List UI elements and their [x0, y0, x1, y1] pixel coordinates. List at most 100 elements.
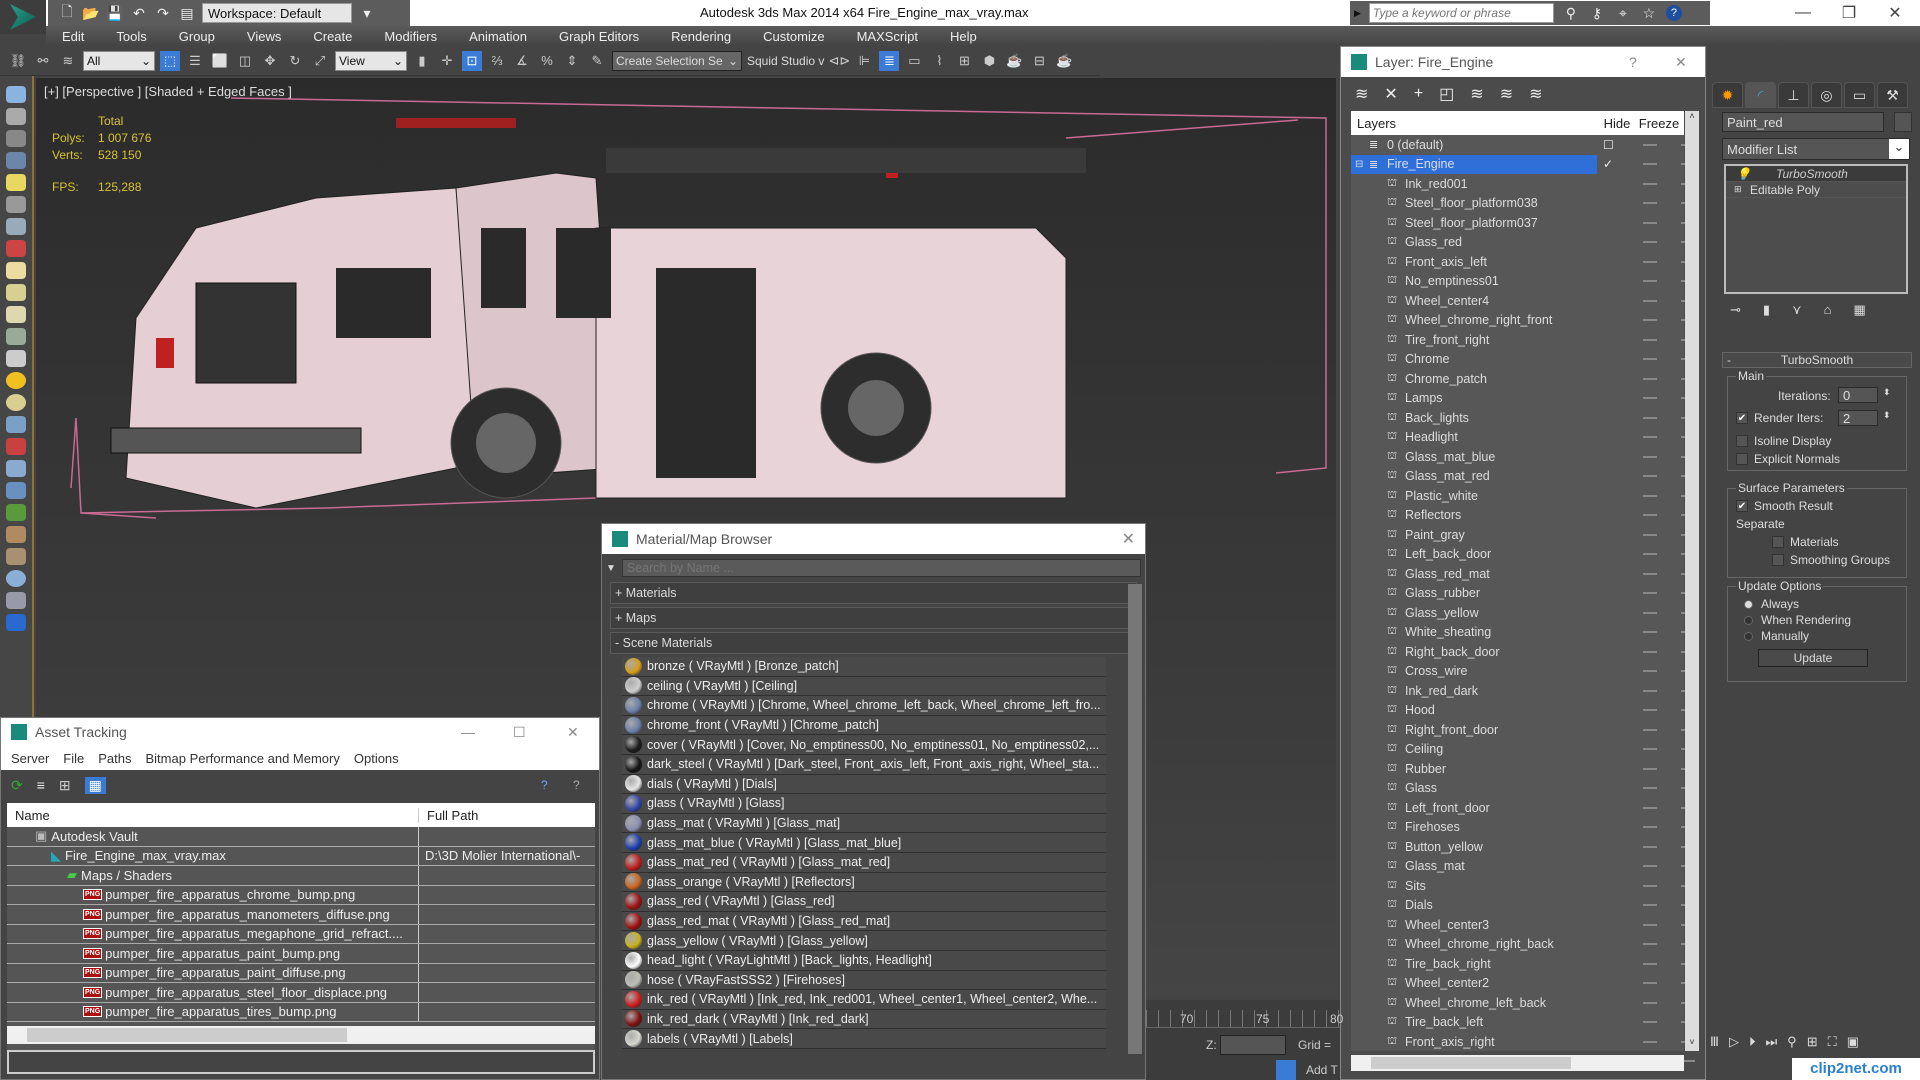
align-icon[interactable]: ⊫	[854, 51, 874, 71]
context-help-icon[interactable]: ?	[573, 778, 580, 792]
foliage-icon[interactable]	[6, 504, 26, 521]
edit-named-selection-icon[interactable]: ✎	[587, 51, 607, 71]
restore-button[interactable]: ❐	[1826, 0, 1872, 26]
close-button[interactable]: ✕	[1675, 54, 1687, 71]
window-crossing-icon[interactable]: ◫	[235, 51, 255, 71]
update-when-rendering-radio[interactable]: When Rendering	[1744, 613, 1851, 627]
search-by-name-input[interactable]	[621, 559, 1141, 577]
hide-toggle[interactable]	[1643, 709, 1657, 712]
material-editor-icon[interactable]: ⬢	[979, 51, 999, 71]
select-manipulate-icon[interactable]: ✛	[437, 51, 457, 71]
undo-icon[interactable]: ↶	[130, 4, 148, 22]
layer-object-row[interactable]: ⛫ Wheel_chrome_right_front	[1351, 311, 1695, 331]
close-button[interactable]: ✕	[1122, 529, 1135, 549]
vray-sphere-icon[interactable]	[6, 482, 26, 499]
material-row[interactable]: cover ( VRayMtl ) [Cover, No_emptiness00…	[622, 735, 1106, 755]
layer-object-row[interactable]: ⛫ Button_yellow	[1351, 837, 1695, 857]
hide-all-layers-icon[interactable]: ≋	[1529, 84, 1542, 104]
ies-light-icon[interactable]	[6, 328, 26, 345]
layer-object-row[interactable]: ⛫ Glass_mat_blue	[1351, 447, 1695, 467]
layer-object-row[interactable]: ⛫ Steel_floor_platform038	[1351, 194, 1695, 214]
mirror-icon[interactable]: ⊲⊳	[829, 51, 851, 71]
list-view-icon[interactable]: ≡	[37, 777, 45, 793]
hide-toggle[interactable]	[1643, 475, 1657, 478]
make-unique-icon[interactable]: ⋎	[1792, 302, 1802, 318]
scene-explorer-dropdown[interactable]: Squid Studio v	[747, 54, 824, 68]
expand-icon[interactable]: ⊞	[1726, 184, 1744, 195]
hide-toggle[interactable]	[1643, 865, 1657, 868]
material-category-header[interactable]: + Maps	[610, 607, 1137, 629]
pause-icon[interactable]: Ⅲ	[1710, 1034, 1719, 1050]
unlink-icon[interactable]: ⚯	[33, 51, 53, 71]
layer-object-row[interactable]: ⛫ Wheel_chrome_left_back	[1351, 993, 1695, 1013]
layer-object-row[interactable]: ⛫ Paint_gray	[1351, 525, 1695, 545]
go-to-end-icon[interactable]: ⏭	[1765, 1034, 1777, 1050]
configure-modifier-sets-icon[interactable]: ▦	[1853, 302, 1865, 318]
sphere-light-icon[interactable]	[6, 306, 26, 323]
material-row[interactable]: ink_red ( VRayMtl ) [Ink_red, Ink_red001…	[622, 990, 1106, 1010]
spinner-arrows-icon[interactable]: ⬍	[1883, 410, 1891, 421]
layer-object-row[interactable]: ⛫ Glass_mat_red	[1351, 467, 1695, 487]
render-setup-icon[interactable]: ☕	[1004, 51, 1024, 71]
expand-search-icon[interactable]: ▶	[1354, 8, 1361, 19]
hide-toggle[interactable]	[1643, 202, 1657, 205]
redo-icon[interactable]: ↷	[154, 4, 172, 22]
hide-toggle[interactable]	[1643, 377, 1657, 380]
current-layer-checkmark-icon[interactable]: ✓	[1603, 157, 1613, 171]
browser-options-icon[interactable]: ▼	[606, 563, 616, 574]
z-coordinate-field[interactable]	[1220, 1035, 1286, 1055]
layer-object-row[interactable]: ⛫ Reflectors	[1351, 506, 1695, 526]
keyboard-shortcut-override-icon[interactable]: ⊡	[462, 50, 482, 71]
layer-object-row[interactable]: ⛫ Glass_red	[1351, 233, 1695, 253]
vray-proxy-icon[interactable]	[6, 438, 26, 455]
named-selection-sets-dropdown[interactable]: Create Selection Se ⌄	[612, 50, 742, 71]
hide-toggle[interactable]	[1643, 845, 1657, 848]
select-object-icon[interactable]: ⬚	[160, 50, 180, 71]
close-button[interactable]: ✕	[1872, 0, 1918, 26]
material-row[interactable]: glass_red ( VRayMtl ) [Glass_red]	[622, 892, 1106, 912]
hide-toggle[interactable]	[1643, 650, 1657, 653]
selection-region-icon[interactable]	[6, 614, 26, 631]
hide-toggle[interactable]	[1643, 1021, 1657, 1024]
hide-toggle[interactable]	[1643, 806, 1657, 809]
column-name[interactable]: Name	[7, 807, 419, 823]
layer-object-row[interactable]: ⛫ Left_front_door	[1351, 798, 1695, 818]
layer-object-row[interactable]: ⛫ Cross_wire	[1351, 662, 1695, 682]
lightbulb-icon[interactable]: 💡	[1726, 167, 1776, 181]
layer-object-row[interactable]: ⛫ Ceiling	[1351, 740, 1695, 760]
material-row[interactable]: head_light ( VRayLightMtl ) [Back_lights…	[622, 950, 1106, 971]
hide-toggle[interactable]	[1643, 182, 1657, 185]
material-category-header[interactable]: - Scene Materials	[610, 632, 1137, 654]
update-always-radio[interactable]: Always	[1744, 597, 1799, 611]
help-button[interactable]: ?	[1629, 54, 1637, 70]
sphere-icon[interactable]	[6, 570, 26, 587]
hide-toggle[interactable]	[1643, 943, 1657, 946]
layer-object-row[interactable]: ⛫ Firehoses	[1351, 818, 1695, 838]
tree-view-icon[interactable]: ⊞	[59, 777, 71, 794]
binoculars-icon[interactable]: ⚲	[1562, 4, 1580, 22]
hide-toggle[interactable]	[1643, 787, 1657, 790]
material-row[interactable]: ceiling ( VRayMtl ) [Ceiling]	[622, 676, 1106, 697]
hide-toggle[interactable]	[1643, 143, 1657, 146]
remove-modifier-icon[interactable]: ⌂	[1824, 302, 1832, 318]
qat-menu-icon[interactable]: ▾	[358, 4, 376, 22]
layer-object-row[interactable]: ⛫ Rubber	[1351, 759, 1695, 779]
iterations-spinner[interactable]: 0	[1838, 387, 1878, 403]
menu-views[interactable]: Views	[231, 29, 297, 44]
modifier-stack-item[interactable]: 💡 TurboSmooth	[1726, 166, 1906, 182]
layer-object-row[interactable]: ⛫ Wheel_center4	[1351, 291, 1695, 311]
material-row[interactable]: glass_mat_red ( VRayMtl ) [Glass_mat_red…	[622, 852, 1106, 873]
select-scale-icon[interactable]: ⤢	[310, 51, 330, 71]
delete-layer-icon[interactable]: ✕	[1384, 84, 1397, 104]
movie-camera-icon[interactable]	[6, 240, 26, 257]
keyword-search-input[interactable]	[1368, 3, 1554, 23]
project-folder-icon[interactable]: ▤	[178, 4, 196, 22]
highlight-layer-icon[interactable]: ≋	[1500, 84, 1513, 104]
display-tab-icon[interactable]: ▭	[1844, 82, 1875, 108]
layer-object-row[interactable]: ⛫ Glass_yellow	[1351, 603, 1695, 623]
asset-row[interactable]: PNG pumper_fire_apparatus_megaphone_grid_…	[7, 924, 595, 944]
modifier-list-dropdown[interactable]: Modifier List ⌄	[1722, 138, 1910, 160]
column-hide[interactable]: Hide	[1597, 116, 1637, 131]
hide-toggle[interactable]	[1643, 494, 1657, 497]
material-row[interactable]: bronze ( VRayMtl ) [Bronze_patch]	[622, 657, 1106, 677]
